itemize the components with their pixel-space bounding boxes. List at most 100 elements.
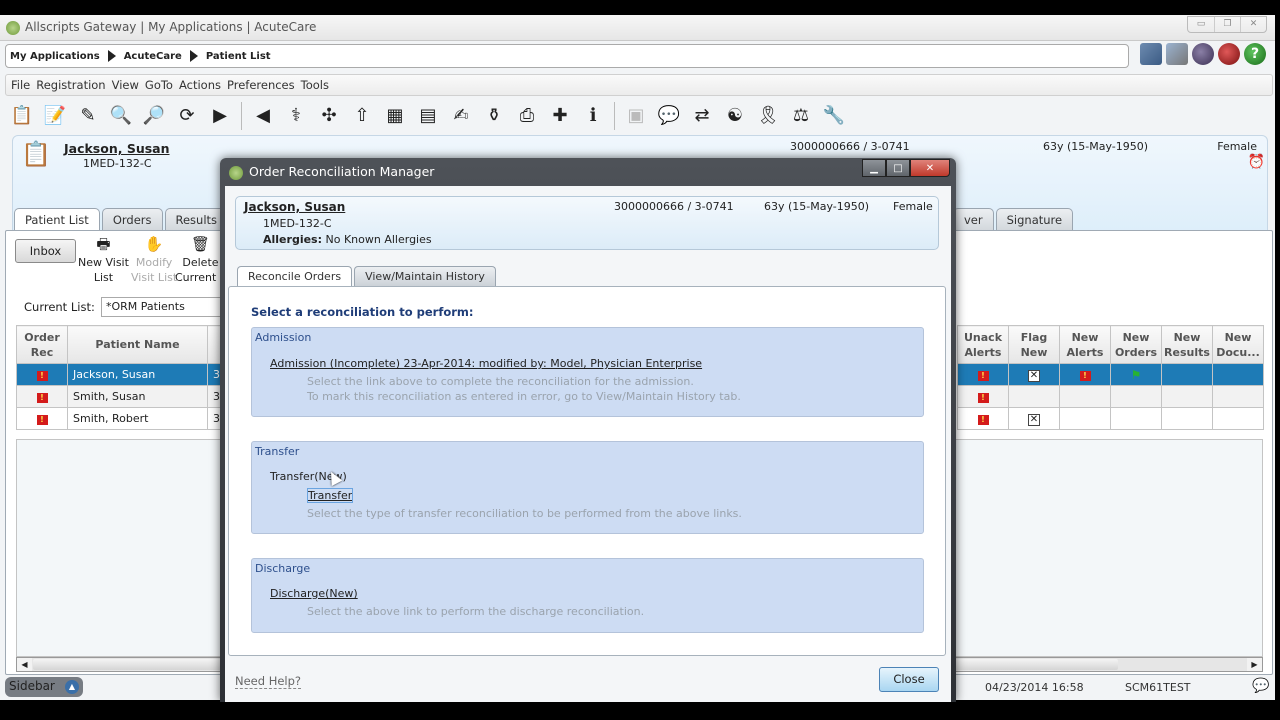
discharge-hint: Select the above link to perform the dis… <box>307 605 645 618</box>
settings-tools-icon[interactable] <box>1166 43 1188 65</box>
tab-patient-list[interactable]: Patient List <box>14 208 100 231</box>
table-row[interactable]: ! Jackson, Susan 3 <box>16 363 226 386</box>
transfer-reconcile-link[interactable]: Transfer <box>306 488 354 503</box>
column-header-flag-new[interactable]: Flag New <box>1008 325 1060 364</box>
printer-icon[interactable]: ⎙ <box>513 102 541 130</box>
help-icon[interactable]: ? <box>1244 43 1266 65</box>
dialog-close-x-button[interactable]: ✕ <box>910 159 950 177</box>
patient-age: 63y (15-May-1950) <box>1043 140 1149 153</box>
column-header-patient-name[interactable]: Patient Name <box>67 325 208 364</box>
flag-checkbox[interactable]: ✕ <box>1028 413 1040 426</box>
patient-search-icon[interactable]: 🔍 <box>107 102 135 130</box>
caduceus-icon[interactable]: ⚕ <box>282 102 310 130</box>
patient-camera-icon[interactable]: 📋 <box>8 102 36 130</box>
menu-preferences[interactable]: Preferences <box>227 78 295 92</box>
menu-tools[interactable]: Tools <box>301 78 329 92</box>
discharge-reconcile-link[interactable]: Discharge(New) <box>270 587 358 600</box>
add-provider-icon[interactable]: ✚ <box>546 102 574 130</box>
table-row[interactable]: ! ✕! ⚑ <box>957 363 1264 386</box>
table-row[interactable]: ! Smith, Robert 3 <box>16 407 226 430</box>
sidebar-toggle-button[interactable]: Sidebar ▲ <box>5 677 83 697</box>
need-help-link[interactable]: Need Help? <box>235 674 302 689</box>
table-row[interactable]: ! <box>957 385 1264 408</box>
sleep-icon[interactable] <box>1192 43 1214 65</box>
transfer-section-title: Transfer <box>255 445 300 458</box>
person-arrow-icon[interactable]: ⇧ <box>348 102 376 130</box>
new-visit-list-button[interactable]: 🖶 New Visit List <box>78 237 129 285</box>
menu-goto[interactable]: GoTo <box>145 78 173 92</box>
signpost-icon[interactable]: ✣ <box>315 102 343 130</box>
patient-info-icon[interactable]: ℹ <box>579 102 607 130</box>
inbox-button[interactable]: Inbox <box>15 239 76 263</box>
restore-button[interactable]: ❐ <box>1214 17 1240 32</box>
dialog-minimize-button[interactable]: ▁ <box>862 159 886 177</box>
disabled-tool-icon[interactable]: ▣ <box>622 102 650 130</box>
close-button[interactable]: Close <box>879 667 939 692</box>
remote-desktop-icon[interactable] <box>1140 43 1162 65</box>
tab-view-maintain-history[interactable]: View/Maintain History <box>354 266 496 286</box>
menu-registration[interactable]: Registration <box>36 78 105 92</box>
scroll-left-icon[interactable]: ◀ <box>17 658 32 671</box>
current-list-select[interactable]: *ORM Patients <box>101 297 231 317</box>
menu-file[interactable]: File <box>11 78 30 92</box>
breadcrumb-patient-list[interactable]: Patient List <box>206 51 271 62</box>
menu-view[interactable]: View <box>112 78 139 92</box>
breadcrumb-acutecare[interactable]: AcuteCare <box>124 51 182 62</box>
dialog-patient-allergies: Allergies: No Known Allergies <box>263 233 432 246</box>
breadcrumb-my-applications[interactable]: My Applications <box>10 51 100 62</box>
column-header-new-documents[interactable]: New Docu... <box>1212 325 1264 364</box>
back-patient-icon[interactable]: ◀ <box>249 102 277 130</box>
tab-reconcile-orders[interactable]: Reconcile Orders <box>237 266 353 287</box>
refresh-icon[interactable]: ⟳ <box>173 102 201 130</box>
column-header-unack-alerts[interactable]: Unack Alerts <box>957 325 1009 364</box>
tab-orders[interactable]: Orders <box>101 208 163 230</box>
dialog-patient-name-link[interactable]: Jackson, Susan <box>244 200 345 214</box>
red-flag-icon: ! <box>1079 371 1091 381</box>
forward-patient-icon[interactable]: ▶ <box>206 102 234 130</box>
chat-icon[interactable]: 💬 <box>1252 678 1269 694</box>
document-edit-icon[interactable]: ✎ <box>74 102 102 130</box>
scales-icon[interactable]: ⚖ <box>787 102 815 130</box>
flowsheet-search-icon[interactable]: ▤ <box>414 102 442 130</box>
new-alerts-cell <box>1059 407 1111 430</box>
minimize-button[interactable]: ▭ <box>1188 17 1214 32</box>
patient-name-link[interactable]: Jackson, Susan <box>64 141 170 156</box>
new-visit-list-icon: 🖶 <box>96 235 111 253</box>
scroll-right-icon[interactable]: ▶ <box>1247 658 1262 671</box>
patient-name-cell[interactable]: Jackson, Susan <box>67 363 208 386</box>
modify-visit-list-button[interactable]: ✋ Modify Visit List <box>131 237 177 285</box>
patient-name-cell[interactable]: Smith, Robert <box>67 407 208 430</box>
menu-actions[interactable]: Actions <box>179 78 221 92</box>
admission-reconcile-link[interactable]: Admission (Incomplete) 23-Apr-2014: modi… <box>270 357 702 370</box>
reconcile-heading: Select a reconciliation to perform: <box>251 305 474 319</box>
table-row[interactable]: ! Smith, Susan 3 <box>16 385 226 408</box>
pill-message-icon[interactable]: 💬 <box>655 102 683 130</box>
column-header-order-rec[interactable]: Order Rec <box>16 325 68 364</box>
column-header-new-results[interactable]: New Results <box>1161 325 1213 364</box>
alarm-clock-icon[interactable]: ⏰ <box>1248 154 1265 170</box>
clipboard-edit-icon[interactable]: 📝 <box>41 102 69 130</box>
table-row[interactable]: ! ✕ <box>957 407 1264 430</box>
tab-signature[interactable]: Signature <box>995 208 1074 230</box>
tools-icon[interactable]: 🔧 <box>820 102 848 130</box>
flag-checkbox[interactable]: ✕ <box>1028 369 1040 382</box>
patient-name-cell[interactable]: Smith, Susan <box>67 385 208 408</box>
column-header-new-orders[interactable]: New Orders <box>1110 325 1162 364</box>
tab-results[interactable]: Results <box>164 208 229 230</box>
yin-yang-icon[interactable]: ☯ <box>721 102 749 130</box>
reconcile-arrows-icon[interactable]: ⇄ <box>688 102 716 130</box>
flowsheet-icon[interactable]: ▦ <box>381 102 409 130</box>
records-search-icon[interactable]: 🔎 <box>140 102 168 130</box>
breadcrumb-separator-icon <box>189 50 198 62</box>
column-header-new-alerts[interactable]: New Alerts <box>1059 325 1111 364</box>
form-edit-icon[interactable]: ✍ <box>447 102 475 130</box>
ribbon-list-icon[interactable]: 🎗 <box>754 102 782 130</box>
power-icon[interactable] <box>1218 43 1240 65</box>
tab-partial-ver[interactable]: ver <box>953 208 994 230</box>
medication-bottle-icon[interactable]: ⚱ <box>480 102 508 130</box>
close-button[interactable]: ✕ <box>1240 17 1266 32</box>
unack-alerts-cell: ! <box>957 407 1009 430</box>
dialog-maximize-button[interactable]: □ <box>886 159 910 177</box>
delete-current-list-button[interactable]: 🗑 Delete Current L <box>175 237 226 285</box>
dialog-body: Jackson, Susan 1MED-132-C Allergies: No … <box>225 186 951 702</box>
